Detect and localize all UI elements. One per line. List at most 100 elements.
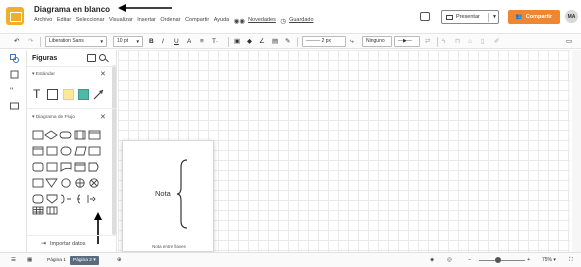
arrow-start-select[interactable]: Ninguno <box>362 36 392 47</box>
panel-toggle-icon[interactable]: ▭ <box>566 36 572 47</box>
preview-caption: Nota entre llaves <box>152 244 186 249</box>
menu-editar[interactable]: Editar <box>57 17 71 25</box>
panel-title: Figuras <box>32 55 58 62</box>
quote-icon[interactable]: " <box>10 86 19 95</box>
chevron-down-icon: ▼ <box>135 39 140 44</box>
text-shape[interactable]: T <box>33 88 40 100</box>
padlock-icon[interactable]: ⊓ <box>455 36 460 47</box>
shapes-icon[interactable] <box>10 54 19 63</box>
zoom-level[interactable]: 75% ▾ <box>542 255 556 266</box>
save-status[interactable]: Guardado <box>289 17 313 25</box>
users-icon: 👥 <box>515 14 523 20</box>
shadow-icon[interactable]: ϟ <box>442 36 445 47</box>
zoom-out-icon[interactable]: − <box>468 255 471 266</box>
tab-page-2[interactable]: Página 2 ▾ <box>70 256 99 265</box>
panel-scrollbar[interactable] <box>112 65 116 235</box>
section-divider <box>27 108 117 109</box>
toolbar-divider <box>437 37 438 47</box>
sticky-note-shape[interactable] <box>63 89 74 100</box>
wrench-icon[interactable]: ✐ <box>494 36 499 47</box>
canvas-scrollbar[interactable] <box>572 50 581 252</box>
chevron-down-icon[interactable]: ▼ <box>492 14 497 20</box>
zoom-slider-thumb[interactable] <box>495 257 501 263</box>
document-title[interactable]: Diagrama en blanco <box>34 5 110 14</box>
annotation-arrow-left-icon <box>118 4 172 12</box>
menu-compartir[interactable]: Compartir <box>185 17 209 25</box>
comments-icon[interactable] <box>420 12 430 21</box>
layers-stack-icon[interactable]: ◈ <box>430 255 434 266</box>
close-icon[interactable]: ✕ <box>100 113 106 121</box>
arrow-end-select[interactable]: —▶— <box>394 36 420 47</box>
image-icon[interactable] <box>87 54 96 62</box>
copy-icon[interactable]: ▯ <box>481 36 485 47</box>
grid-view-icon[interactable]: ▦ <box>27 255 32 266</box>
share-button[interactable]: 👥 Compartir <box>508 10 560 24</box>
search-icon[interactable] <box>99 54 106 61</box>
binoculars-icon[interactable]: ◉◉ <box>234 17 245 25</box>
italic-button[interactable]: I <box>162 36 164 47</box>
line-color-icon[interactable]: ∠ <box>259 36 265 47</box>
menu-ayuda[interactable]: Ayuda <box>214 17 230 25</box>
toolbar-divider <box>40 37 41 47</box>
align-button[interactable]: ≡ <box>200 36 204 47</box>
connector-style-icon[interactable]: ⤷ <box>350 36 354 47</box>
fill-color-icon[interactable]: ◆ <box>247 36 252 47</box>
import-icon: ⇥ <box>41 241 47 247</box>
menu-insertar[interactable]: Insertar <box>137 17 156 25</box>
undo-icon[interactable]: ↶ <box>14 36 19 47</box>
flowchart-shapes-grid[interactable] <box>32 130 112 215</box>
app-logo-icon[interactable] <box>6 7 24 25</box>
diagram-editor-app: Diagrama en blanco Archivo Editar Selecc… <box>0 0 581 267</box>
swap-arrows-icon[interactable]: ⇄ <box>425 36 430 47</box>
shape-preview-tooltip: Nota Nota entre llaves <box>122 140 214 252</box>
arrow-end-preview: —▶— <box>398 38 412 44</box>
menu-bar: Archivo Editar Seleccionar Visualizar In… <box>34 17 318 25</box>
zoom-value: 75% <box>542 257 553 263</box>
section-flowchart-title[interactable]: ▾ Diagrama de Flujo <box>32 115 75 120</box>
redo-icon[interactable]: ↷ <box>28 36 33 47</box>
hotspot-shape[interactable] <box>78 89 89 100</box>
avatar[interactable]: MA <box>565 10 578 23</box>
magic-wand-icon[interactable]: ✎ <box>285 36 290 47</box>
line-style-preview: ──── <box>306 38 322 44</box>
close-icon[interactable]: ✕ <box>100 70 106 78</box>
underline-button[interactable]: U <box>174 36 179 47</box>
list-view-icon[interactable]: ☰ <box>11 255 16 266</box>
lock-icon[interactable]: ⌂ <box>468 36 472 47</box>
zoom-slider[interactable] <box>479 260 525 261</box>
section-standard-title[interactable]: ▾ Estándar <box>32 72 55 77</box>
screen-icon <box>446 14 453 20</box>
menu-seleccionar[interactable]: Seleccionar <box>76 17 105 25</box>
tab-page-1[interactable]: Página 1 <box>44 256 69 265</box>
toolbar-divider <box>297 37 298 47</box>
add-page-icon[interactable]: ⊕ <box>117 255 122 266</box>
import-label: Importar datos <box>50 240 86 247</box>
menu-archivo[interactable]: Archivo <box>34 17 52 25</box>
svg-text:": " <box>10 86 13 95</box>
tab-page-2-label: Página 2 <box>73 258 92 263</box>
font-family-select[interactable]: Liberation Sans ▼ <box>45 36 107 47</box>
curly-brace-icon <box>177 159 188 229</box>
target-icon[interactable]: ◎ <box>447 255 452 266</box>
menu-novedades[interactable]: Novedades <box>248 17 276 25</box>
import-data-button[interactable]: ⇥ Importar datos <box>41 240 86 248</box>
rectangle-shape[interactable] <box>47 89 58 100</box>
line-width-select[interactable]: ──── 2 px <box>302 36 346 47</box>
text-options-button[interactable]: T· <box>212 36 218 47</box>
menu-ordenar[interactable]: Ordenar <box>160 17 180 25</box>
line-shape[interactable] <box>93 89 104 100</box>
bold-button[interactable]: B <box>149 36 154 47</box>
shape-library-icon[interactable] <box>10 102 19 111</box>
present-button[interactable]: Presentar ▼ <box>441 10 499 24</box>
font-size-select[interactable]: 10 pt ▼ <box>113 36 143 47</box>
annotation-arrow-down-icon <box>94 212 102 244</box>
menu-visualizar[interactable]: Visualizar <box>109 17 133 25</box>
fill-style-icon[interactable]: ▣ <box>234 36 240 47</box>
layers-icon[interactable] <box>10 70 19 79</box>
title-bar: Diagrama en blanco Archivo Editar Selecc… <box>0 0 581 31</box>
image-icon[interactable]: ▤ <box>272 36 278 47</box>
fullscreen-icon[interactable]: ⛶ <box>569 255 573 266</box>
font-color-button[interactable]: A <box>187 36 191 47</box>
zoom-in-icon[interactable]: + <box>527 255 530 266</box>
line-width-value: 2 px <box>321 38 332 44</box>
